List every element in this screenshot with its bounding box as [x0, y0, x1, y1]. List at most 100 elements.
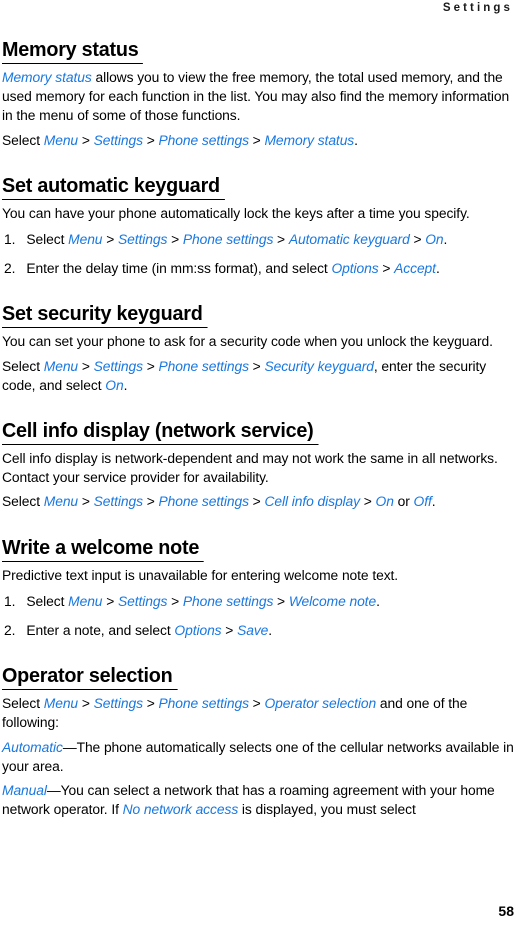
menu-path-link[interactable]: On	[425, 232, 443, 248]
menu-path-link[interactable]: Settings	[94, 696, 143, 712]
body-text-run: Cell info display is network-dependent a…	[2, 451, 498, 487]
page-content: Memory status Memory status allows you to…	[2, 38, 514, 820]
body-text-run: .	[123, 377, 128, 394]
list-item-text: Enter the delay time (in mm:ss format), …	[26, 261, 439, 277]
menu-path-link[interactable]: Memory status	[2, 70, 92, 86]
body-text-run: You can have your phone automatically lo…	[2, 205, 470, 222]
body-text-run: Select	[2, 358, 44, 375]
section-heading-wrap: Operator selection	[2, 664, 514, 691]
section-heading-write-a-welcome-note: Write a welcome note	[2, 536, 204, 562]
menu-path-link[interactable]: Menu	[68, 594, 102, 610]
body-text-run: >	[248, 132, 265, 149]
body-text-run: Select	[2, 494, 44, 511]
paragraph-auto-keyguard-p1: You can have your phone automatically lo…	[2, 205, 514, 224]
numbered-steps-write-a-welcome-note: 1. Select Menu > Settings > Phone setting…	[2, 593, 514, 641]
body-text-run: >	[360, 494, 376, 511]
menu-path-link[interactable]: Menu	[68, 232, 102, 248]
body-text-run: or	[393, 494, 414, 511]
menu-path-link[interactable]: Welcome note	[289, 594, 376, 610]
menu-path-link[interactable]: Menu	[44, 494, 78, 510]
body-text-run: >	[78, 358, 94, 375]
section-heading-memory-status: Memory status	[2, 38, 144, 64]
menu-path-link[interactable]: Cell info display	[264, 494, 360, 510]
body-text-run: Enter the delay time (in mm:ss format), …	[26, 261, 332, 278]
page-number: 58	[498, 903, 514, 919]
body-text-run: .	[431, 494, 436, 511]
body-text-run: >	[102, 593, 118, 610]
list-item-number: 2.	[3, 261, 16, 278]
menu-path-link[interactable]: Operator selection	[264, 696, 376, 712]
paragraph-memory-status-p2: Select Menu > Settings > Phone settings …	[2, 132, 514, 151]
menu-path-link[interactable]: Options	[174, 623, 221, 639]
menu-path-link[interactable]: Menu	[44, 696, 78, 712]
body-text-run: >	[78, 696, 94, 713]
menu-path-link[interactable]: Memory status	[264, 133, 354, 149]
body-text-run: >	[78, 494, 94, 511]
menu-path-link[interactable]: Save	[237, 623, 268, 639]
section-heading-wrap: Write a welcome note	[2, 536, 514, 562]
menu-path-link[interactable]: Automatic keyguard	[289, 232, 410, 248]
menu-path-link[interactable]: Manual	[2, 783, 47, 799]
menu-path-link[interactable]: Accept	[394, 261, 436, 277]
body-text-run: >	[102, 232, 118, 249]
body-text-run: Enter a note, and select	[26, 623, 175, 640]
body-text-run: >	[78, 132, 94, 149]
list-item: 2. Enter the delay time (in mm:ss format)…	[2, 260, 518, 279]
menu-path-link[interactable]: No network access	[123, 802, 239, 818]
body-text-run: >	[409, 232, 426, 249]
section-heading-operator-selection: Operator selection	[2, 664, 178, 691]
list-item-number: 1.	[3, 232, 16, 249]
paragraph-memory-status-p1: Memory status allows you to view the fre…	[2, 69, 514, 127]
menu-path-link[interactable]: Phone settings	[158, 133, 249, 149]
paragraph-sec-keyguard-p1: You can set your phone to ask for a secu…	[2, 333, 514, 352]
menu-path-link[interactable]: Settings	[94, 359, 143, 375]
menu-path-link[interactable]: Security keyguard	[264, 359, 373, 375]
paragraph-operator-p3: Manual—You can select a network that has…	[2, 782, 514, 820]
section-heading-wrap: Set automatic keyguard	[2, 174, 514, 200]
list-item-text: Enter a note, and select Options > Save.	[26, 623, 272, 639]
manual-page: Settings Memory status Memory status allo…	[0, 0, 518, 925]
list-item: 1. Select Menu > Settings > Phone setting…	[2, 593, 518, 612]
menu-path-link[interactable]: Options	[331, 261, 378, 277]
section-heading-cell-info-display: Cell info display (network service)	[2, 419, 319, 446]
numbered-steps-set-automatic-keyguard: 1. Select Menu > Settings > Phone setting…	[2, 231, 514, 279]
list-item: 2. Enter a note, and select Options > Sav…	[2, 622, 518, 641]
menu-path-link[interactable]: Phone settings	[183, 594, 274, 610]
paragraph-sec-keyguard-p2: Select Menu > Settings > Phone settings …	[2, 358, 514, 396]
list-item-text: Select Menu > Settings > Phone settings …	[26, 232, 447, 248]
body-text-run: >	[378, 261, 395, 278]
body-text-run: >	[248, 696, 265, 713]
menu-path-link[interactable]: Automatic	[2, 740, 63, 756]
menu-path-link[interactable]: Phone settings	[158, 696, 249, 712]
list-item-number: 2.	[3, 623, 16, 640]
menu-path-link[interactable]: Phone settings	[158, 359, 249, 375]
menu-path-link[interactable]: On	[105, 378, 123, 394]
menu-path-link[interactable]: Settings	[94, 133, 143, 149]
section-heading-wrap: Memory status	[2, 38, 514, 64]
paragraph-welcome-note-p1: Predictive text input is unavailable for…	[2, 567, 514, 586]
menu-path-link[interactable]: Phone settings	[158, 494, 249, 510]
paragraph-operator-p2: Automatic—The phone automatically select…	[2, 739, 514, 777]
menu-path-link[interactable]: Phone settings	[183, 232, 274, 248]
menu-path-link[interactable]: Settings	[118, 594, 167, 610]
body-text-run: Select	[26, 232, 69, 249]
menu-path-link[interactable]: Menu	[44, 133, 78, 149]
running-header-title: Settings	[442, 2, 513, 14]
body-text-run: >	[248, 358, 265, 375]
menu-path-link[interactable]: On	[376, 494, 394, 510]
menu-path-link[interactable]: Settings	[118, 232, 167, 248]
menu-path-link[interactable]: Settings	[94, 494, 143, 510]
menu-path-link[interactable]: Off	[414, 494, 432, 510]
paragraph-operator-p1: Select Menu > Settings > Phone settings …	[2, 695, 514, 733]
body-text-run: .	[443, 232, 448, 249]
list-item: 1. Select Menu > Settings > Phone setting…	[2, 231, 518, 250]
menu-path-link[interactable]: Menu	[44, 359, 78, 375]
body-text-run: is displayed, you must select	[238, 802, 416, 819]
paragraph-cell-info-p2: Select Menu > Settings > Phone settings …	[2, 493, 514, 512]
body-text-run: >	[248, 494, 265, 511]
body-text-run: >	[221, 623, 238, 640]
body-text-run: >	[167, 593, 183, 610]
